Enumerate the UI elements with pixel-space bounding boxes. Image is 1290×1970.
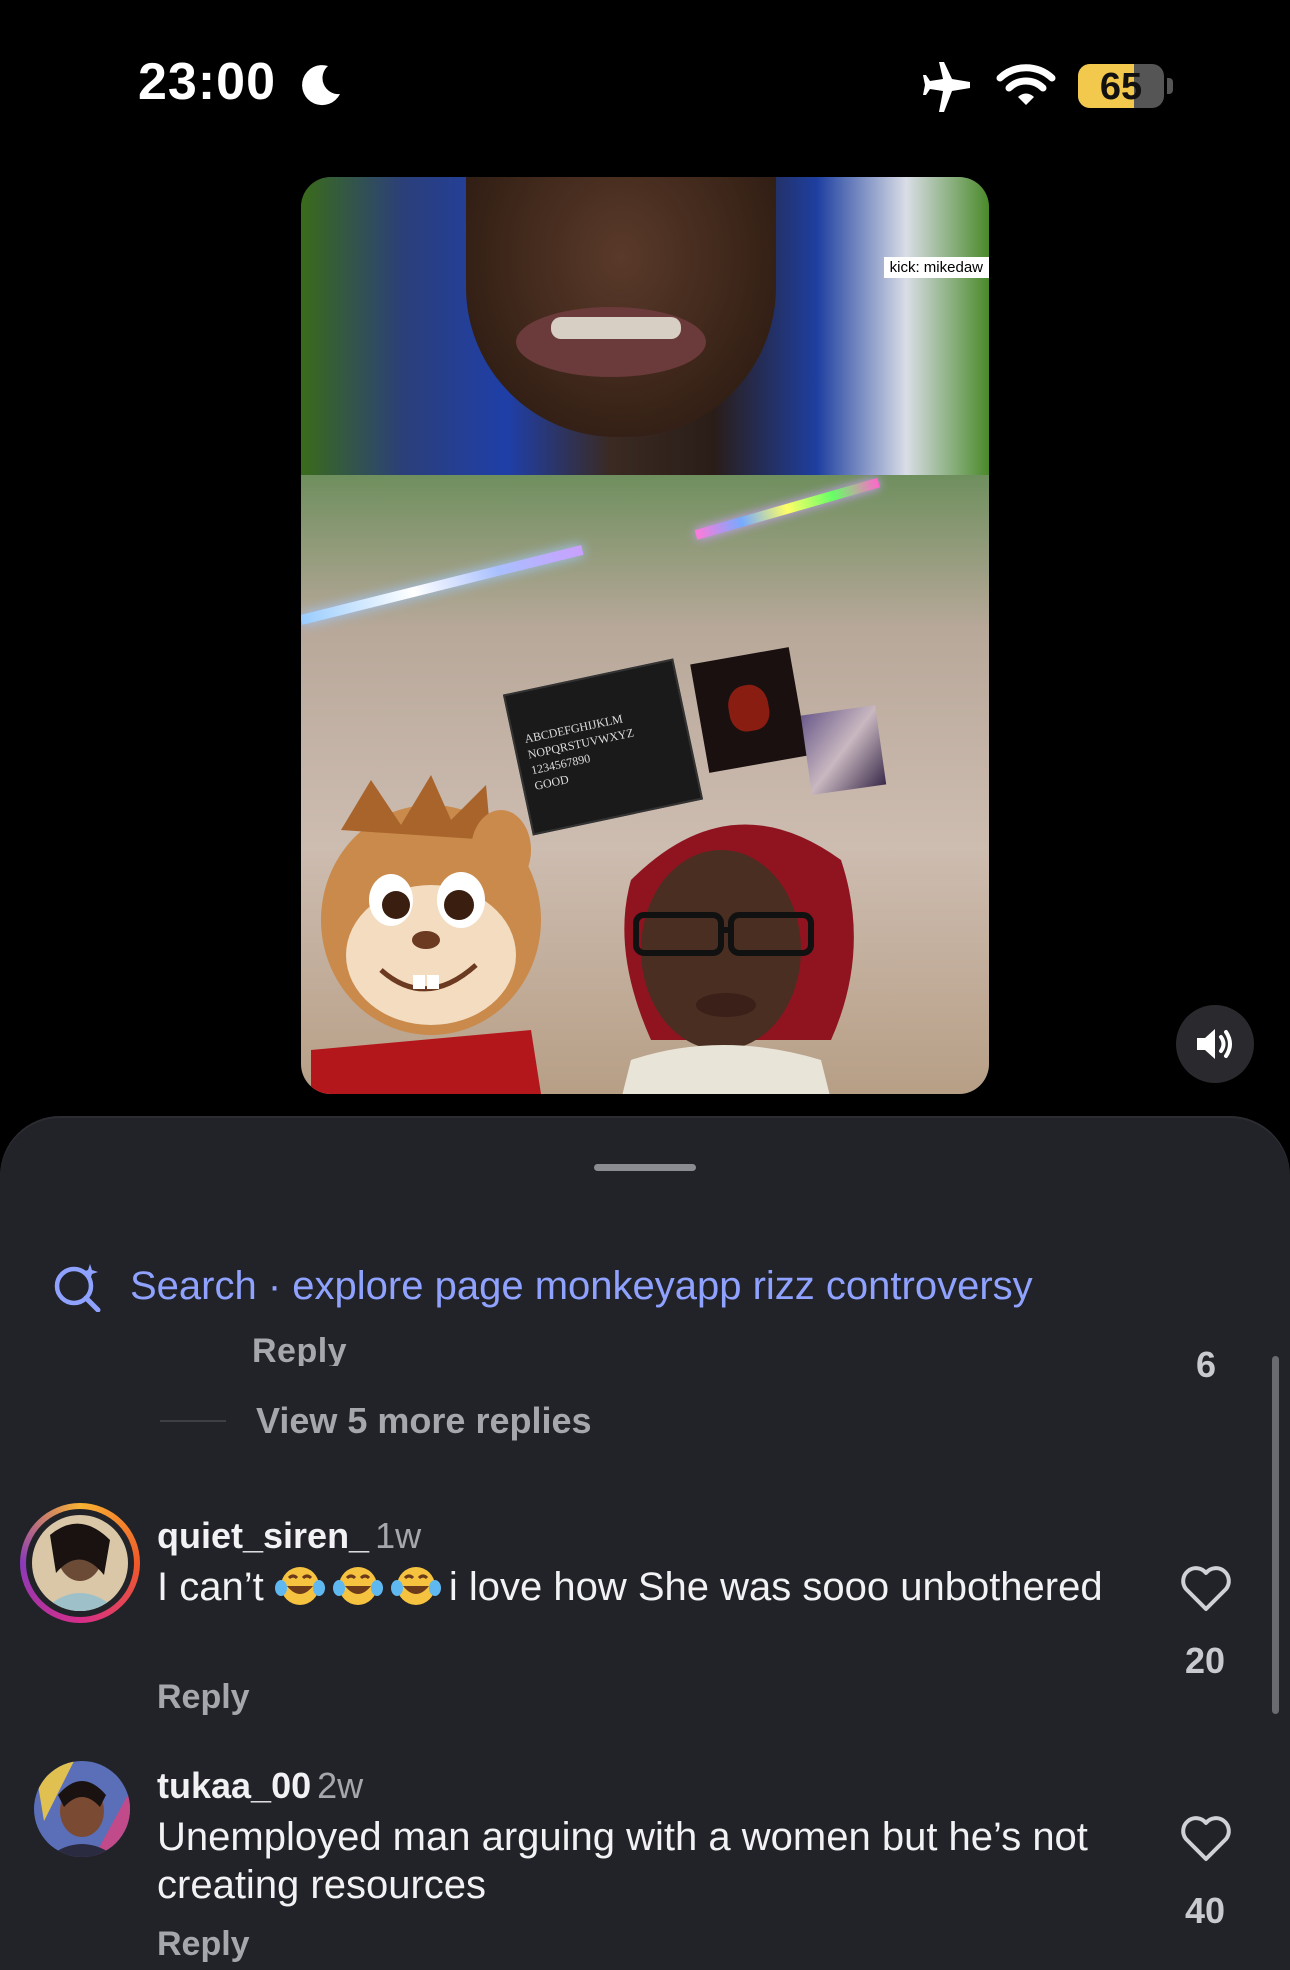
scrollbar[interactable] (1272, 1356, 1279, 1714)
heart-icon[interactable] (1180, 1815, 1232, 1863)
comment-username[interactable]: tukaa_00 2w (157, 1765, 363, 1807)
airplane-icon (923, 62, 970, 112)
sound-toggle-button[interactable] (1176, 1005, 1254, 1083)
reply-link[interactable]: Reply (252, 1336, 347, 1366)
avatar-image (32, 1515, 128, 1611)
handprint-poster (690, 647, 808, 773)
comment-text: I can’t i love how She was sooo unbother… (157, 1565, 1103, 1609)
comments-sheet[interactable]: Search · explore page monkeyapp rizz con… (0, 1118, 1290, 1970)
reply-link[interactable]: Reply (157, 1678, 250, 1717)
like-count: 20 (1184, 1640, 1226, 1681)
comment-text: Unemployed man arguing with a women but … (157, 1815, 1088, 1907)
sheet-grabber[interactable] (594, 1164, 696, 1171)
streamer-teeth (551, 317, 681, 339)
led-strip (694, 477, 881, 540)
like-count: 40 (1184, 1890, 1226, 1931)
handprint (724, 681, 773, 735)
comment-age: 1w (375, 1515, 422, 1556)
avatar[interactable] (20, 1503, 140, 1623)
status-time: 23:00 (138, 53, 276, 111)
battery-percent: 65 (1099, 66, 1143, 108)
reply-link[interactable]: Reply (157, 1925, 250, 1964)
status-bar: 23:00 65 (0, 0, 1290, 170)
wall-photo (800, 705, 887, 795)
speaker-icon (1197, 1029, 1232, 1059)
battery-nub (1167, 78, 1173, 94)
battery-icon: 65 (1078, 64, 1164, 108)
avatar[interactable] (34, 1761, 130, 1857)
view-more-replies-button[interactable]: View 5 more replies (256, 1400, 592, 1442)
comment-username[interactable]: quiet_siren_ 1w (157, 1515, 421, 1557)
search-sparkle-icon (54, 1264, 101, 1312)
like-count: 6 (1196, 1344, 1217, 1385)
wifi-icon (996, 64, 1056, 105)
video-top-feed: kick: mikedaw (301, 177, 989, 475)
tears-of-joy-emoji (390, 1567, 441, 1605)
video-bottom-feed: ABCDEFGHIJKLM NOPQRSTUVWXYZ 1234567890 G… (301, 475, 989, 1094)
tears-of-joy-emoji (274, 1567, 325, 1605)
search-suggestion-text: Search · explore page monkeyapp rizz con… (130, 1263, 1033, 1308)
stream-overlay-label: kick: mikedaw (883, 257, 989, 278)
search-suggestion-link[interactable]: Search · explore page monkeyapp rizz con… (52, 1256, 1033, 1316)
comment-age: 2w (317, 1765, 364, 1806)
tears-of-joy-emoji (332, 1567, 383, 1605)
thread-line (160, 1420, 226, 1422)
video-player[interactable]: kick: mikedaw ABCDEFGHIJKLM NOPQRSTUVWXY… (301, 177, 989, 1094)
chipmunk-filter-image (311, 775, 541, 1094)
woman-image (622, 824, 854, 1094)
heart-icon[interactable] (1180, 1565, 1232, 1613)
led-strip (301, 544, 584, 625)
moon-icon (302, 65, 340, 106)
